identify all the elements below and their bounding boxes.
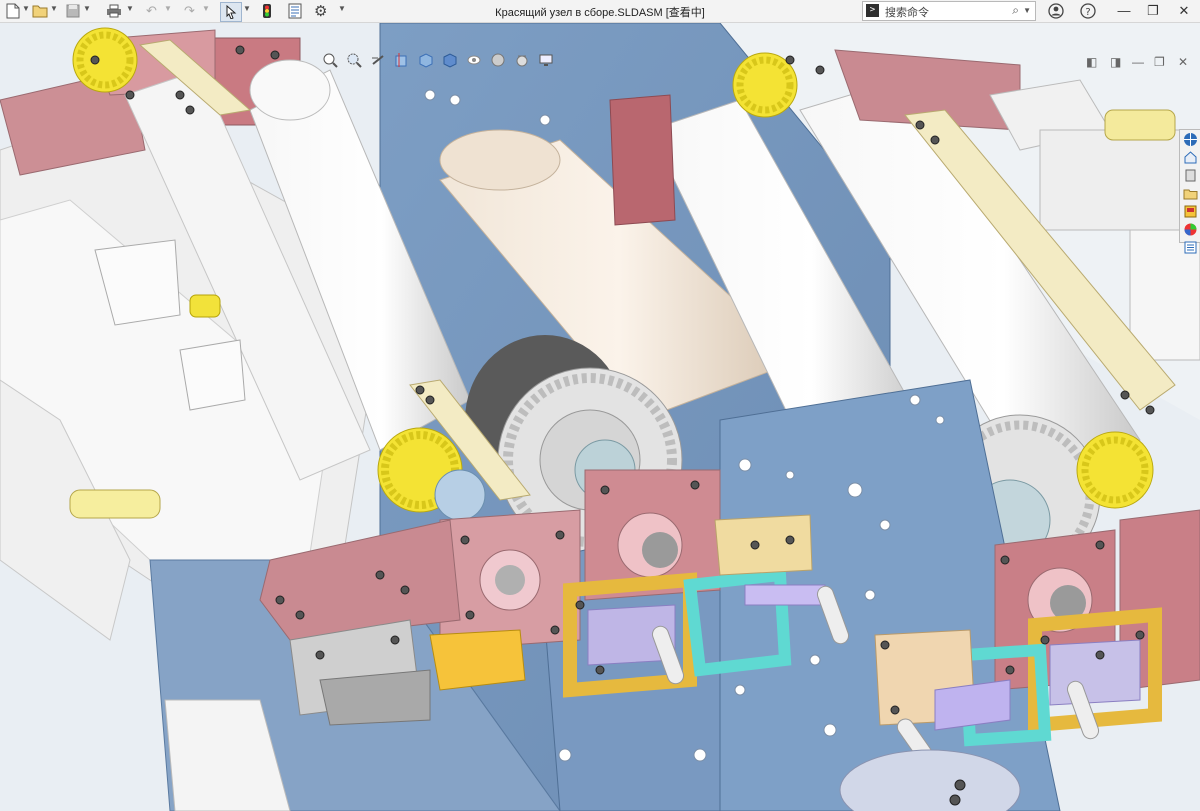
undo-dropdown-icon[interactable]: ▼ [164, 4, 172, 13]
minimize-icon[interactable]: — [1112, 1, 1136, 21]
zoom-to-area-icon[interactable] [344, 50, 364, 70]
user-icon[interactable] [1044, 1, 1068, 21]
select-dropdown-icon[interactable]: ▼ [243, 4, 251, 13]
close-icon[interactable]: ✕ [1172, 1, 1196, 21]
bevel-gear-right[interactable] [1076, 431, 1154, 509]
section-view-icon[interactable] [392, 50, 412, 70]
solidworks-resources-icon[interactable] [1181, 131, 1200, 148]
command-prompt-icon: > [866, 4, 879, 17]
search-box[interactable]: > 搜索命令 ⌕ ▼ [862, 1, 1036, 21]
viewport-restore-icon[interactable]: ❐ [1154, 55, 1165, 69]
assembly-model[interactable] [0, 23, 1200, 811]
open-icon[interactable] [32, 2, 48, 20]
search-dropdown-icon[interactable]: ▼ [1023, 6, 1031, 15]
open-dropdown-icon[interactable]: ▼ [50, 4, 58, 13]
viewport-close-icon[interactable]: ✕ [1178, 55, 1188, 69]
viewport-minimize-icon[interactable]: — [1132, 55, 1144, 69]
zoom-to-fit-icon[interactable] [320, 50, 340, 70]
tile-view-icon[interactable]: ◨ [1110, 55, 1121, 69]
view-settings-icon[interactable] [536, 50, 556, 70]
undo-icon[interactable]: ↶ [146, 2, 157, 20]
title-bar: ▼ ▼ ▼ ▼ ↶ ▼ ↷ ▼ ▼ ⚙ ▼ Красящий узел в сб… [0, 0, 1200, 23]
select-icon[interactable] [220, 2, 242, 22]
display-style-icon[interactable] [440, 50, 460, 70]
svg-text:?: ? [1085, 7, 1090, 18]
heads-up-view-toolbar [320, 50, 556, 72]
print-icon[interactable] [106, 2, 122, 20]
view-palette-icon[interactable] [1181, 185, 1200, 202]
graphics-area[interactable]: ◧ ◨ — ❐ ✕ [0, 23, 1200, 811]
restore-icon[interactable]: ❐ [1141, 1, 1165, 21]
save-icon[interactable] [66, 2, 80, 20]
apply-scene-icon[interactable] [512, 50, 532, 70]
options-dropdown-icon[interactable]: ▼ [338, 4, 346, 13]
new-icon[interactable] [6, 2, 20, 20]
design-library-icon[interactable] [1181, 149, 1200, 166]
split-view-icon[interactable]: ◧ [1086, 55, 1097, 69]
redo-icon[interactable]: ↷ [184, 2, 195, 20]
window-title: Красящий узел в сборе.SLDASM [查看中] [495, 7, 705, 19]
task-pane [1179, 129, 1200, 254]
search-input[interactable]: 搜索命令 [885, 4, 929, 20]
redo-dropdown-icon[interactable]: ▼ [202, 4, 210, 13]
options-icon[interactable]: ⚙ [314, 2, 327, 20]
file-properties-icon[interactable] [288, 2, 302, 20]
rebuild-icon[interactable] [262, 2, 272, 20]
hide-show-icon[interactable] [464, 50, 484, 70]
custom-properties-icon[interactable] [1181, 239, 1200, 256]
file-explorer-icon[interactable] [1181, 167, 1200, 184]
appearances-icon[interactable] [1181, 203, 1200, 220]
save-dropdown-icon[interactable]: ▼ [83, 4, 91, 13]
previous-view-icon[interactable] [368, 50, 388, 70]
view-orientation-icon[interactable] [416, 50, 436, 70]
edit-appearance-icon[interactable] [488, 50, 508, 70]
bevel-gear-top-left[interactable] [72, 27, 138, 93]
new-dropdown-icon[interactable]: ▼ [22, 4, 30, 13]
help-icon[interactable]: ? [1076, 1, 1100, 21]
scenes-icon[interactable] [1181, 221, 1200, 238]
search-icon[interactable]: ⌕ [1012, 3, 1019, 18]
print-dropdown-icon[interactable]: ▼ [126, 4, 134, 13]
